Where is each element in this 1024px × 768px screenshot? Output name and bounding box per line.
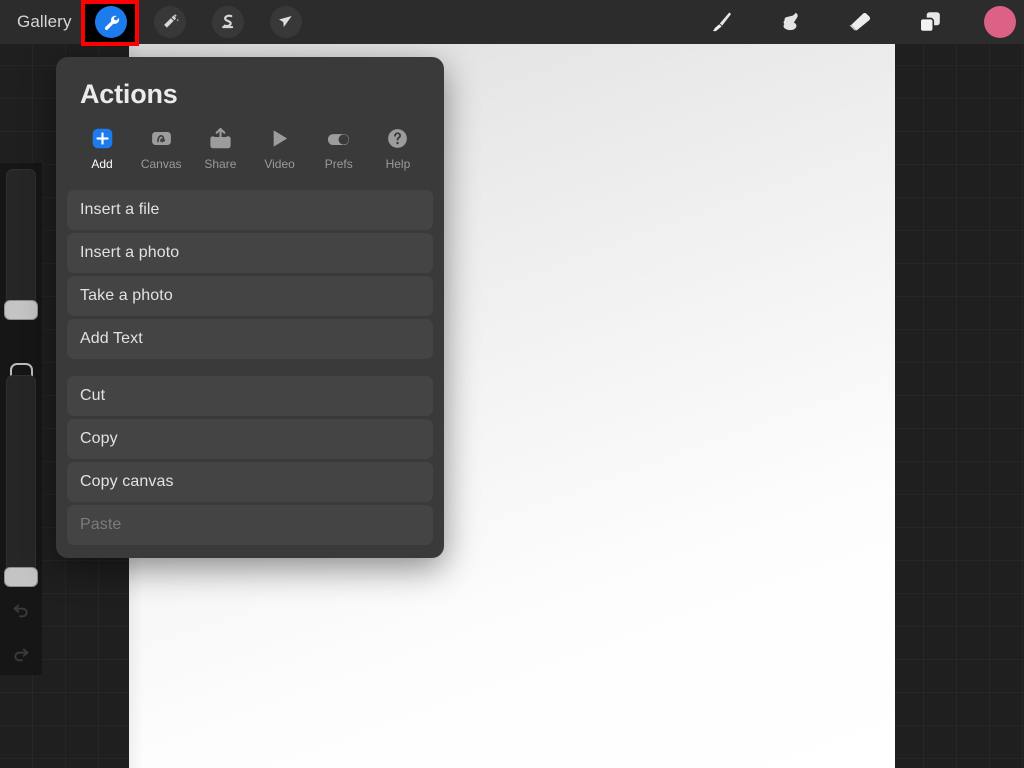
actions-menu-group-insert: Insert a file Insert a photo Take a phot… — [67, 190, 433, 362]
brush-opacity-slider[interactable] — [6, 375, 36, 587]
wrench-icon — [104, 15, 119, 30]
eraser-icon — [849, 13, 871, 31]
undo-button[interactable] — [8, 597, 34, 623]
menu-item-label: Take a photo — [80, 287, 173, 304]
magic-wand-icon — [164, 13, 180, 28]
procreate-app-window: Gallery Actions Add Canvas Share Video P… — [0, 0, 1024, 768]
actions-menu-group-clipboard: Cut Copy Copy canvas Paste — [67, 376, 433, 548]
transform-arrow-icon — [279, 15, 292, 27]
menu-item-copy[interactable]: Copy — [67, 419, 433, 459]
menu-item-insert-a-photo[interactable]: Insert a photo — [67, 233, 433, 273]
menu-item-label: Copy canvas — [80, 473, 174, 490]
tab-add-label: Add — [91, 157, 113, 171]
selection-s-icon — [222, 14, 234, 29]
actions-wrench-button[interactable] — [95, 6, 127, 38]
video-icon — [267, 125, 292, 151]
menu-item-label: Cut — [80, 387, 106, 404]
prefs-toggle-icon — [325, 125, 352, 151]
brush-size-slider-handle[interactable] — [4, 300, 38, 320]
tab-help-label: Help — [385, 157, 411, 171]
layers-icon — [919, 12, 940, 33]
canvas-icon — [149, 125, 174, 151]
menu-item-insert-a-file[interactable]: Insert a file — [67, 190, 433, 230]
transform-button[interactable] — [270, 6, 302, 38]
paint-brush-icon — [712, 12, 732, 32]
menu-item-cut[interactable]: Cut — [67, 376, 433, 416]
menu-item-label: Insert a photo — [80, 244, 180, 261]
tab-canvas[interactable]: Canvas — [133, 125, 189, 170]
smudge-button[interactable] — [774, 6, 806, 38]
redo-button[interactable] — [8, 641, 34, 667]
undo-icon — [13, 604, 28, 618]
add-icon — [90, 125, 115, 151]
menu-item-take-a-photo[interactable]: Take a photo — [67, 276, 433, 316]
smudge-finger-icon — [783, 12, 798, 31]
tab-help[interactable]: Help — [370, 125, 426, 170]
share-icon — [208, 125, 233, 151]
color-swatch-button[interactable] — [984, 6, 1016, 38]
menu-item-label: Paste — [80, 516, 122, 533]
menu-item-add-text[interactable]: Add Text — [67, 319, 433, 359]
tab-prefs-label: Prefs — [324, 157, 353, 171]
adjustments-button[interactable] — [154, 6, 186, 38]
tab-share[interactable]: Share — [192, 125, 248, 170]
tab-canvas-label: Canvas — [140, 157, 182, 171]
brush-opacity-slider-handle[interactable] — [4, 567, 38, 587]
redo-icon — [14, 648, 29, 662]
paint-brush-button[interactable] — [705, 6, 737, 38]
menu-item-label: Add Text — [80, 330, 143, 347]
tab-share-label: Share — [204, 157, 237, 171]
tab-video-label: Video — [264, 157, 295, 171]
menu-item-label: Copy — [80, 430, 118, 447]
menu-item-paste: Paste — [67, 505, 433, 545]
selection-button[interactable] — [212, 6, 244, 38]
tab-video[interactable]: Video — [252, 125, 308, 170]
actions-panel: Actions Add Canvas Share Video Prefs Hel… — [56, 57, 444, 558]
left-tool-sidebar — [0, 163, 42, 675]
brush-size-slider[interactable] — [6, 169, 36, 319]
panel-title: Actions — [80, 79, 178, 109]
actions-tab-bar: Add Canvas Share Video Prefs Help — [74, 125, 426, 170]
menu-item-label: Insert a file — [80, 201, 160, 218]
menu-item-copy-canvas[interactable]: Copy canvas — [67, 462, 433, 502]
gallery-button[interactable]: Gallery — [17, 10, 72, 34]
layers-button[interactable] — [914, 6, 946, 38]
tab-add[interactable]: Add — [74, 125, 130, 170]
eraser-button[interactable] — [844, 6, 876, 38]
top-toolbar: Gallery — [0, 0, 1024, 44]
help-icon — [385, 125, 410, 151]
tab-prefs[interactable]: Prefs — [311, 125, 367, 170]
